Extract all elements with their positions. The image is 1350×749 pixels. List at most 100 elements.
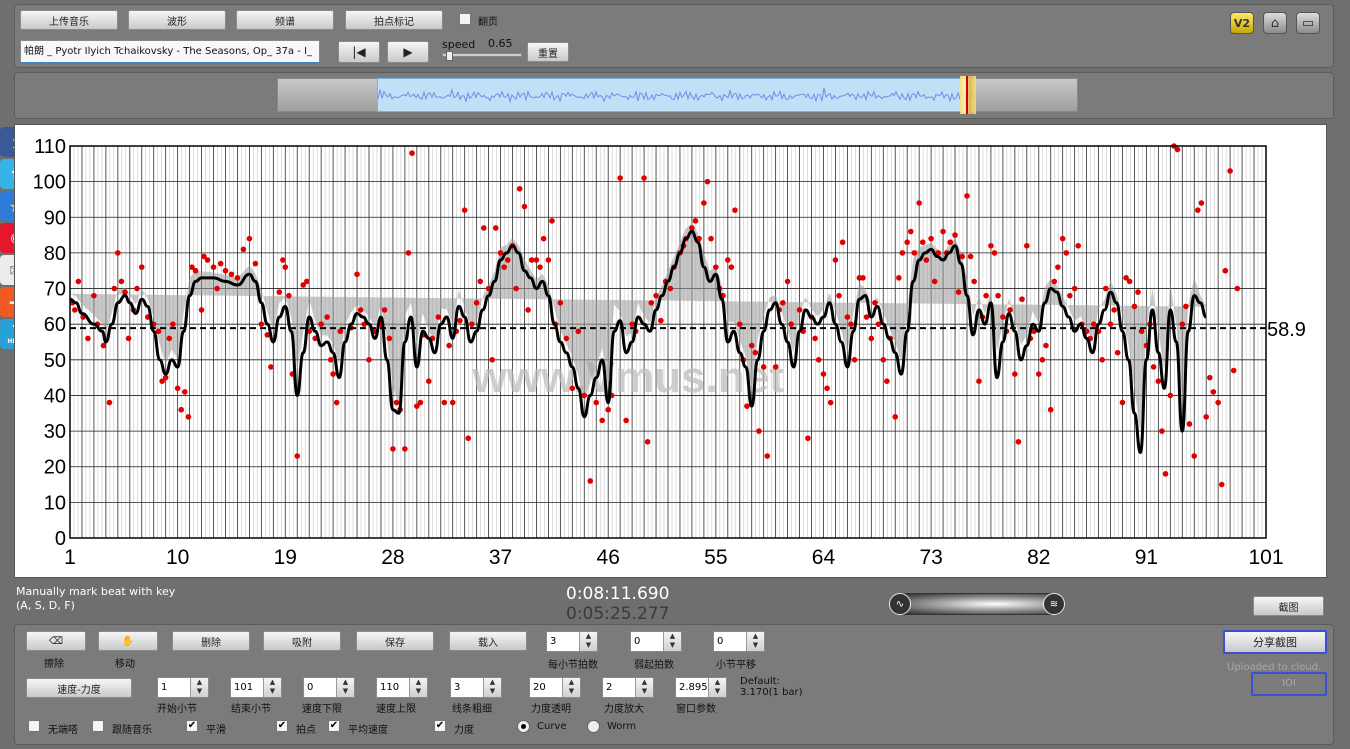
speed-slider-handle[interactable]: [446, 51, 453, 61]
tempo-dynamics-button[interactable]: 速度-力度: [26, 678, 132, 698]
beat-point: [457, 317, 463, 324]
dyn-opacity-input[interactable]: [530, 678, 562, 697]
wave-quiet-icon[interactable]: ∿: [889, 593, 911, 615]
play-button[interactable]: ▶: [387, 41, 429, 63]
beat-point: [701, 200, 707, 206]
end-bar-input[interactable]: [231, 678, 263, 697]
beat-point: [581, 392, 588, 399]
smooth-checkbox[interactable]: ✔: [186, 720, 198, 732]
beats-checkbox[interactable]: ✔: [276, 720, 288, 732]
beat-point: [1000, 314, 1006, 320]
stepper-arrows[interactable]: ▲ ▼: [708, 678, 726, 697]
spectrum-button[interactable]: 频谱: [236, 10, 334, 30]
tempo-min-input[interactable]: [304, 678, 336, 697]
stepper-arrows[interactable]: ▲ ▼: [663, 632, 681, 651]
beat-mark-button[interactable]: 拍点标记: [345, 10, 443, 30]
upload-music-button[interactable]: 上传音乐: [20, 10, 118, 30]
home-icon[interactable]: ⌂: [1263, 12, 1287, 34]
speed-slider[interactable]: [442, 53, 522, 57]
beat-point: [836, 292, 842, 299]
stepper-arrows[interactable]: ▲ ▼: [562, 678, 580, 697]
avg-tempo-checkbox[interactable]: ✔: [328, 720, 340, 732]
tempo-chart[interactable]: 01020304050607080901001101 10 19 28 37 46 55 64…: [14, 124, 1327, 578]
beat-point: [1159, 428, 1165, 434]
worm-radio[interactable]: [587, 720, 600, 733]
beat-point: [252, 260, 259, 267]
line-width-stepper[interactable]: ▲▼: [450, 677, 502, 698]
bar-shift-stepper[interactable]: ▲▼: [713, 631, 765, 652]
start-bar-input[interactable]: [158, 678, 190, 697]
start-bar-stepper[interactable]: ▲▼: [157, 677, 209, 698]
wave-loud-icon[interactable]: ≋: [1043, 593, 1065, 615]
y-tick-label: 70: [44, 279, 66, 301]
play-icon: ▶: [403, 45, 413, 59]
overview-waveform: [378, 87, 976, 104]
tempo-min-stepper[interactable]: ▲▼: [303, 677, 355, 698]
beats-per-bar-stepper[interactable]: ▲▼: [546, 631, 598, 652]
delete-button[interactable]: 删除: [172, 631, 250, 651]
flip-page-checkbox[interactable]: [459, 13, 471, 25]
erase-button[interactable]: ⌫: [26, 631, 86, 651]
stepper-arrows[interactable]: ▲ ▼: [190, 678, 208, 697]
beat-point: [732, 207, 738, 213]
save-button[interactable]: 保存: [356, 631, 434, 651]
beat-point: [1102, 285, 1109, 292]
beat-point: [1167, 392, 1174, 399]
metronome-label: 无端嗒: [48, 725, 78, 736]
snap-button[interactable]: 吸附: [263, 631, 341, 651]
stepper-arrows[interactable]: ▲ ▼: [263, 678, 281, 697]
beat-point: [896, 275, 902, 281]
stepper-arrows[interactable]: ▲ ▼: [579, 632, 597, 651]
beat-point: [569, 385, 576, 392]
beat-point: [441, 399, 448, 406]
dyn-opacity-stepper[interactable]: ▲▼: [529, 677, 581, 698]
beat-point: [904, 239, 910, 246]
v2-icon[interactable]: V2: [1230, 12, 1254, 34]
volume-slider[interactable]: [889, 593, 1065, 615]
beat-point: [501, 264, 507, 270]
beat-point: [919, 239, 926, 246]
move-button[interactable]: ✋: [98, 631, 158, 651]
beat-point: [1198, 200, 1205, 206]
beat-point: [1119, 399, 1126, 406]
rewind-button[interactable]: |◀: [338, 41, 380, 63]
stepper-arrows[interactable]: ▲ ▼: [409, 678, 427, 697]
bar-shift-input[interactable]: [714, 632, 746, 651]
beat-point: [1019, 296, 1025, 303]
screenshot-button[interactable]: 截图: [1253, 596, 1324, 616]
tempo-max-stepper[interactable]: ▲▼: [376, 677, 428, 698]
dyn-zoom-stepper[interactable]: ▲▼: [602, 677, 654, 698]
playhead-marker[interactable]: [960, 76, 976, 114]
reset-button[interactable]: 重置: [527, 42, 569, 62]
stepper-arrows[interactable]: ▲ ▼: [336, 678, 354, 697]
tempo-max-input[interactable]: [377, 678, 409, 697]
pickup-stepper[interactable]: ▲▼: [630, 631, 682, 652]
file-name-field[interactable]: 帕朗 _ Pyotr Ilyich Tchaikovsky - The Seas…: [20, 40, 320, 64]
window-param-stepper[interactable]: ▲▼: [675, 677, 727, 698]
fullscreen-icon[interactable]: ▭: [1296, 12, 1320, 34]
follow-music-checkbox[interactable]: [92, 720, 104, 732]
pickup-input[interactable]: [631, 632, 663, 651]
beat-point: [357, 307, 364, 313]
metronome-checkbox[interactable]: [28, 720, 40, 732]
stepper-arrows[interactable]: ▲ ▼: [746, 632, 764, 651]
window-param-input[interactable]: [676, 678, 708, 697]
share-screenshot-button[interactable]: 分享截图: [1223, 630, 1327, 654]
ioi-button[interactable]: IOI: [1251, 672, 1327, 696]
stepper-arrows[interactable]: ▲ ▼: [635, 678, 653, 697]
curve-radio[interactable]: [517, 720, 530, 733]
beat-point: [788, 321, 794, 327]
load-button[interactable]: 载入: [449, 631, 527, 651]
beat-point: [276, 289, 283, 295]
end-bar-stepper[interactable]: ▲▼: [230, 677, 282, 698]
overview-selection[interactable]: [377, 78, 976, 112]
y-tick-label: 20: [44, 457, 66, 479]
beat-point: [851, 357, 858, 363]
stepper-arrows[interactable]: ▲ ▼: [483, 678, 501, 697]
waveform-button[interactable]: 波形: [128, 10, 226, 30]
dynamics-checkbox[interactable]: ✔: [434, 720, 446, 732]
line-width-input[interactable]: [451, 678, 483, 697]
beat-point: [85, 335, 91, 342]
beats-per-bar-input[interactable]: [547, 632, 579, 651]
dyn-zoom-input[interactable]: [603, 678, 635, 697]
